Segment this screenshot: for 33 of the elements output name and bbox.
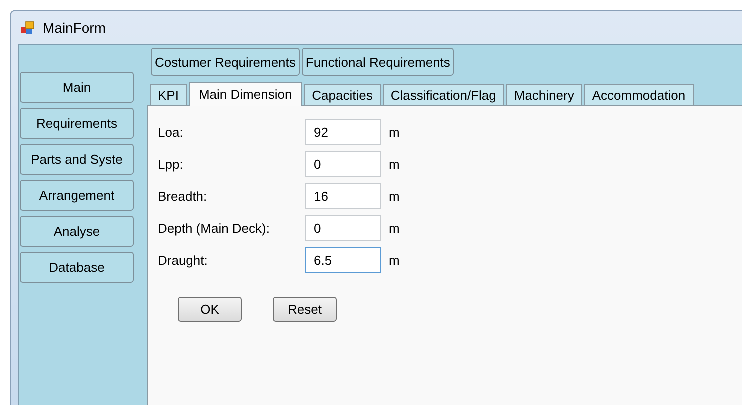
unit-label: m [389,124,400,140]
tab[interactable]: Accommodation [584,84,694,105]
field-label: Breadth: [158,188,208,204]
tab[interactable]: KPI [150,84,187,105]
input-field[interactable]: 16 [305,183,381,209]
input-field[interactable]: 92 [305,119,381,145]
app-icon [20,20,36,36]
unit-label: m [389,220,400,236]
window-title: MainForm [43,20,106,36]
unit-label: m [389,188,400,204]
tab[interactable]: Main Dimension [188,82,302,106]
unit-label: m [389,252,400,268]
form-button[interactable]: OK [178,297,242,322]
field-label: Draught: [158,252,209,268]
nav-button[interactable]: Parts and Syste [20,144,134,175]
unit-label: m [389,156,400,172]
tab[interactable]: Classification/Flag [382,84,504,105]
nav-button[interactable]: Main [20,72,134,103]
nav-button[interactable]: Database [20,252,134,283]
nav-button[interactable]: Analyse [20,216,134,247]
field-label: Loa: [158,124,184,140]
tab[interactable]: Capacities [304,84,381,105]
form-button[interactable]: Reset [273,297,337,322]
input-field[interactable]: 0 [305,215,381,241]
field-label: Lpp: [158,156,184,172]
tab[interactable]: Machinery [506,84,582,105]
input-field[interactable]: 0 [305,151,381,177]
nav-button[interactable]: Requirements [20,108,134,139]
field-label: Depth (Main Deck): [158,220,271,236]
section-button[interactable]: Functional Requirements [302,48,454,76]
section-button[interactable]: Costumer Requirements [151,48,300,76]
nav-button[interactable]: Arrangement [20,180,134,211]
input-field[interactable]: 6.5 [305,247,381,273]
